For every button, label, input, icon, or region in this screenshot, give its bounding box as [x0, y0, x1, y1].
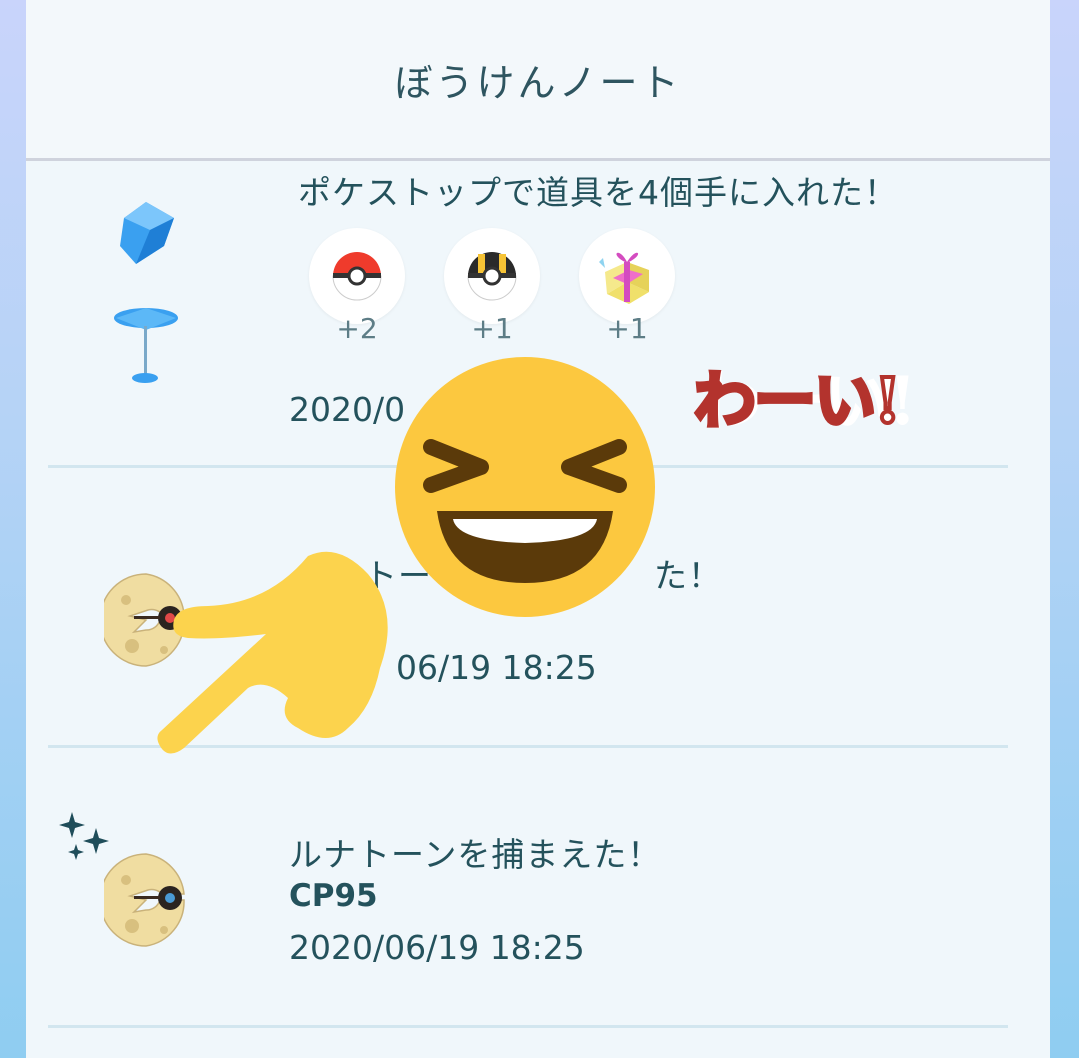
entry-date: 2020/06/19 18:25 [289, 928, 585, 967]
lunatone-icon [104, 853, 185, 947]
item-bubble [579, 228, 675, 324]
separator [48, 1025, 1008, 1028]
entry-text: ポケストップで道具を4個手に入れた！ [298, 173, 898, 212]
item-count: +1 [606, 312, 648, 345]
entry-date: 2020/0 [289, 390, 406, 429]
poke-ball-icon [332, 252, 382, 301]
entry-text-fragment: た！ [654, 556, 722, 595]
gift-icon [599, 252, 649, 304]
entry-cp: CP95 [289, 878, 378, 914]
item-bubble [444, 228, 540, 324]
entry-date: 06/19 18:25 [396, 648, 597, 687]
item-bubble [309, 228, 405, 324]
pointing-hand-icon [157, 551, 388, 754]
entry-text: ルナトーンを捕まえた！ [289, 835, 662, 874]
laughing-emoji-icon [395, 357, 655, 617]
sticker-label: わーい! わーい! [692, 350, 966, 450]
pokestop-icon [114, 202, 178, 383]
page-title: ぼうけんノート [394, 61, 682, 105]
sticker-text: わーい! [692, 362, 903, 439]
item-count: +1 [471, 312, 513, 345]
item-count: +2 [336, 312, 378, 345]
header-bar: ぼうけんノート [26, 0, 1050, 161]
ultra-ball-icon [467, 252, 517, 301]
